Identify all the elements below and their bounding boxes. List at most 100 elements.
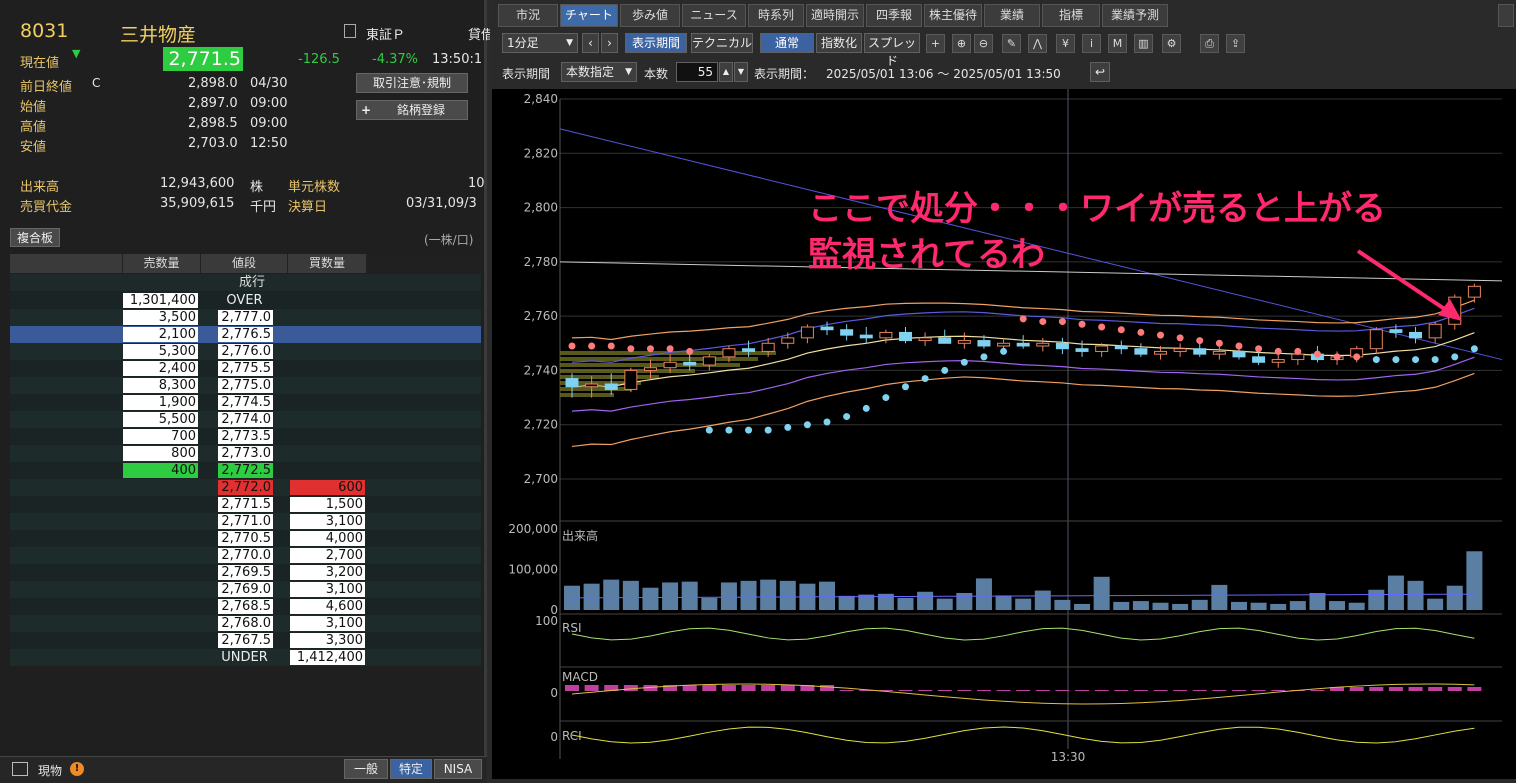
market-order-row[interactable]: 成行 [10, 274, 481, 291]
candle-body [1193, 348, 1207, 355]
index-button[interactable]: 指数化 [816, 33, 862, 53]
board-row[interactable]: 2,771.5 1,500 [10, 496, 481, 513]
count-down-icon[interactable]: ▼ [734, 62, 748, 82]
board-row[interactable]: 2,100 2,776.5 [10, 326, 481, 343]
tab-9[interactable]: 指標 [1042, 4, 1100, 27]
prev-arrow-icon[interactable]: ‹ [582, 33, 599, 53]
tab-10[interactable]: 業績予測 [1102, 4, 1168, 27]
board-row[interactable]: 8,300 2,775.0 [10, 377, 481, 394]
tab-0[interactable]: 市況 [498, 4, 558, 27]
bars-icon[interactable]: ▥ [1134, 34, 1153, 53]
my-icon[interactable]: M [1108, 34, 1127, 53]
board-row[interactable]: 1,301,400 OVER [10, 292, 481, 309]
price-level: 2,773.5 [218, 429, 273, 444]
board-row[interactable]: 800 2,773.0 [10, 445, 481, 462]
wrench-icon[interactable]: ⚙ [1162, 34, 1181, 53]
tab-1[interactable]: チャート [560, 4, 618, 27]
volume-bar [583, 583, 600, 610]
board-title-tab[interactable]: 複合板 [10, 228, 60, 247]
tab-2[interactable]: 歩み値 [620, 4, 680, 27]
candle-body [604, 383, 618, 390]
interval-select[interactable]: 1分足 ▼ [502, 33, 578, 53]
board-row[interactable]: 400 2,772.5 [10, 462, 481, 479]
candle-body [1428, 323, 1442, 339]
board-row[interactable]: 2,767.5 3,300 [10, 632, 481, 649]
chart-area[interactable]: 2,840 2,820 2,800 2,780 2,760 2,740 2,720 2,700… [492, 89, 1516, 779]
board-row[interactable]: 2,771.0 3,100 [10, 513, 481, 530]
board-row[interactable]: 700 2,773.5 [10, 428, 481, 445]
tab-8[interactable]: 業績 [984, 4, 1040, 27]
sar-dot [882, 394, 890, 402]
candle-body [1095, 345, 1109, 352]
high-price: 2,898.5 [188, 116, 238, 131]
board-row[interactable]: UNDER 1,412,400 [10, 649, 481, 666]
period-mode-select[interactable]: 本数指定 ▼ [561, 62, 637, 82]
register-stock-button[interactable]: + 銘柄登録 [356, 100, 468, 120]
volume-tick-label: 100,000 [508, 563, 558, 577]
account-nisa-tab[interactable]: NISA [434, 759, 482, 779]
board-row[interactable]: 5,300 2,776.0 [10, 343, 481, 360]
chart-line-icon[interactable]: ⋀ [1028, 34, 1047, 53]
panel-scroll-icon[interactable] [1498, 4, 1514, 27]
account-general-tab[interactable]: 一般 [344, 759, 388, 779]
count-up-icon[interactable]: ▲ [719, 62, 733, 82]
board-row[interactable]: 2,769.5 3,200 [10, 564, 481, 581]
tab-5[interactable]: 適時開示 [806, 4, 864, 27]
board-row[interactable]: 2,400 2,775.5 [10, 360, 481, 377]
candle-body [1409, 331, 1423, 339]
rci-line [571, 726, 1475, 744]
period-button[interactable]: 表示期間 [625, 33, 687, 53]
crosshair-icon[interactable]: + [926, 34, 945, 53]
board-row[interactable]: 3,500 2,777.0 [10, 309, 481, 326]
pencil-icon[interactable]: ✎ [1002, 34, 1021, 53]
register-stock-label: 銘柄登録 [396, 103, 445, 117]
board-row[interactable]: 2,769.0 3,100 [10, 581, 481, 598]
board-row[interactable]: 1,900 2,774.5 [10, 394, 481, 411]
board-row[interactable]: 2,770.5 4,000 [10, 530, 481, 547]
yen-icon[interactable]: ¥ [1056, 34, 1075, 53]
volume-label: 出来高 [562, 528, 598, 543]
board-row[interactable]: 2,768.5 4,600 [10, 598, 481, 615]
spread-button[interactable]: スプレッド [864, 33, 920, 68]
print-icon[interactable]: ⎙ [1200, 34, 1219, 53]
technical-button[interactable]: テクニカル [691, 33, 753, 53]
volume-bar [622, 580, 639, 610]
zoom-in-icon[interactable]: ⊕ [952, 34, 971, 53]
macd-histogram-bar [1133, 690, 1148, 691]
rsi-label: RSI [562, 621, 582, 635]
macd-label: MACD [562, 670, 598, 684]
price-label: 現在値 [20, 56, 60, 71]
tab-4[interactable]: 時系列 [748, 4, 804, 27]
board-row[interactable]: 2,770.0 2,700 [10, 547, 481, 564]
chevron-down-icon: ▼ [566, 38, 573, 48]
down-arrow-icon: ▼ [72, 47, 81, 60]
sell-qty: 1,301,400 [123, 293, 198, 308]
account-specific-tab[interactable]: 特定 [390, 759, 432, 779]
tab-6[interactable]: 四季報 [866, 4, 922, 27]
macd-histogram-bar [1349, 687, 1364, 691]
tab-3[interactable]: ニュース [682, 4, 746, 27]
reset-icon[interactable]: ↩ [1090, 62, 1110, 82]
count-input[interactable]: 55 [676, 62, 718, 82]
candle-body [624, 369, 638, 390]
buy-qty: 3,100 [290, 514, 365, 529]
board-row[interactable]: 5,500 2,774.0 [10, 411, 481, 428]
info-icon[interactable]: i [1082, 34, 1101, 53]
trade-caution-button[interactable]: 取引注意･規制 [356, 73, 468, 93]
sar-dot [1294, 347, 1302, 355]
current-price: 2,771.5 [163, 47, 243, 71]
normal-button[interactable]: 通常 [760, 33, 814, 53]
window-icon[interactable] [12, 762, 28, 776]
sar-dot [1137, 328, 1145, 336]
sell-qty: 8,300 [123, 378, 198, 393]
next-arrow-icon[interactable]: › [601, 33, 618, 53]
zoom-out-icon[interactable]: ⊖ [974, 34, 993, 53]
tab-7[interactable]: 株主優待 [924, 4, 982, 27]
prev-close-date: 04/30 [250, 76, 288, 91]
board-row[interactable]: 2,772.0 600 [10, 479, 481, 496]
volume-bar [897, 597, 914, 610]
high-label: 高値 [20, 120, 47, 135]
board-row[interactable]: 2,768.0 3,100 [10, 615, 481, 632]
export-icon[interactable]: ⇪ [1226, 34, 1245, 53]
macd-histogram-bar [1271, 690, 1286, 691]
